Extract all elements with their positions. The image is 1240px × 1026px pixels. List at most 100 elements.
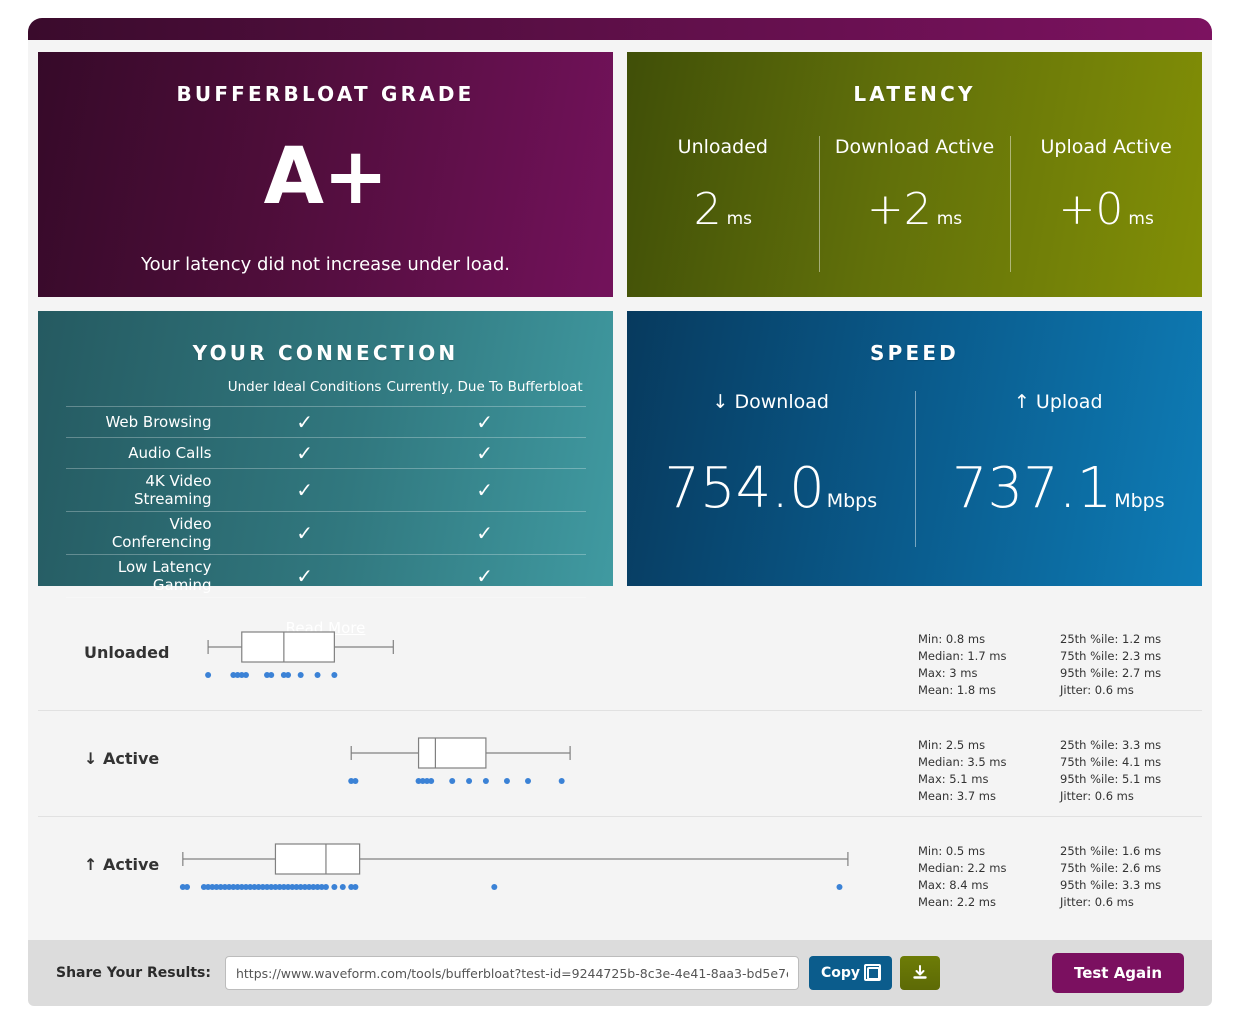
boxplot-sample-point	[836, 884, 843, 890]
stat-median: Median: 2.2 ms	[918, 861, 1007, 875]
upload-speed-unit: Mbps	[1114, 490, 1165, 512]
check-icon: ✓	[225, 554, 384, 598]
stats-upload-active: Min: 0.5 ms Median: 2.2 ms Max: 8.4 ms M…	[918, 843, 1202, 911]
boxplot-sample-point	[322, 884, 329, 890]
stats-col-left: Min: 0.8 ms Median: 1.7 ms Max: 3 ms Mea…	[918, 631, 1060, 699]
latency-cell-upload-active: Upload Active +0 ms	[1010, 136, 1202, 286]
bufferbloat-results-page: BUFFERBLOAT GRADE A+ Your latency did no…	[0, 0, 1240, 1026]
window-top-bar	[28, 18, 1212, 40]
boxplot-sample-point	[205, 672, 212, 678]
stat-p75: 75th %ile: 2.3 ms	[1060, 649, 1162, 663]
stat-p25: 25th %ile: 3.3 ms	[1060, 738, 1162, 752]
check-icon: ✓	[225, 511, 384, 555]
bufferbloat-grade-panel: BUFFERBLOAT GRADE A+ Your latency did no…	[38, 52, 613, 297]
boxplot-sample-point	[449, 778, 456, 784]
speed-cell-download: ↓ Download 754.0 Mbps	[627, 391, 915, 571]
download-arrow-icon-label: ↓ Download	[712, 391, 829, 413]
connection-row-label: Audio Calls	[65, 437, 226, 469]
boxplot-sample-point	[525, 778, 531, 784]
stat-jitter: Jitter: 0.6 ms	[1060, 789, 1134, 803]
download-speed-value: 754.0	[664, 456, 825, 521]
results-body: BUFFERBLOAT GRADE A+ Your latency did no…	[28, 40, 1212, 940]
table-row: 4K Video Streaming ✓ ✓	[65, 468, 586, 512]
check-icon: ✓	[383, 468, 586, 512]
connection-table-header-row: Under Ideal Conditions Currently, Due To…	[66, 379, 586, 400]
check-icon: ✓	[383, 554, 586, 598]
latency-panel: LATENCY Unloaded 2 ms Download Active +2	[627, 52, 1202, 297]
stats-col-right: 25th %ile: 1.2 ms 75th %ile: 2.3 ms 95th…	[1060, 631, 1202, 699]
bufferbloat-grade-letter: A+	[263, 132, 389, 222]
latency-unloaded-value-wrap: 2 ms	[694, 188, 752, 232]
connection-col-current: Currently, Due To Bufferbloat	[386, 379, 583, 395]
latency-upload-value: +0	[1058, 184, 1124, 235]
stat-p75: 75th %ile: 4.1 ms	[1060, 755, 1162, 769]
download-icon	[913, 965, 927, 979]
latency-cell-unloaded: Unloaded 2 ms	[627, 136, 819, 286]
latency-upload-unit: ms	[1128, 209, 1154, 229]
stats-col-right: 25th %ile: 1.6 ms 75th %ile: 2.6 ms 95th…	[1060, 843, 1202, 911]
boxplot-sample-point	[314, 672, 321, 678]
plot-label-upload-active: ↑ Active	[84, 855, 160, 874]
speed-title: SPEED	[870, 341, 959, 365]
stat-min: Min: 2.5 ms	[918, 738, 986, 752]
latency-cells: Unloaded 2 ms Download Active +2 ms Uplo…	[627, 136, 1202, 286]
boxplot-box	[417, 737, 487, 769]
bufferbloat-grade-title: BUFFERBLOAT GRADE	[176, 82, 475, 106]
latency-download-value-wrap: +2 ms	[867, 188, 962, 232]
test-again-button[interactable]: Test Again	[1051, 953, 1184, 993]
check-icon: ✓	[225, 468, 384, 512]
summary-panels: BUFFERBLOAT GRADE A+ Your latency did no…	[38, 52, 1202, 637]
table-row: Audio Calls ✓ ✓	[65, 437, 586, 469]
boxplot-sample-point	[285, 672, 292, 678]
stat-p95: 95th %ile: 3.3 ms	[1060, 878, 1162, 892]
download-results-button[interactable]	[900, 956, 941, 990]
stats-download-active: Min: 2.5 ms Median: 3.5 ms Max: 5.1 ms M…	[918, 737, 1202, 805]
latency-download-label: Download Active	[834, 136, 995, 158]
stat-max: Max: 8.4 ms	[918, 878, 989, 892]
share-url-input[interactable]	[224, 956, 799, 990]
speed-cell-upload: ↑ Upload 737.1 Mbps	[914, 391, 1203, 571]
plot-label-download-active: ↓ Active	[84, 749, 160, 768]
stat-p95: 95th %ile: 2.7 ms	[1060, 666, 1162, 680]
latency-distribution-section: Unloaded Min: 0.8 ms Median: 1.7 ms Max:…	[38, 605, 1202, 923]
boxplot-sample-point	[482, 778, 489, 784]
connection-col-ideal: Under Ideal Conditions	[227, 379, 382, 395]
copy-button[interactable]: Copy	[808, 956, 893, 990]
boxplot-box	[241, 631, 335, 663]
upload-speed-value: 737.1	[951, 456, 1113, 521]
connection-row-label: 4K Video Streaming	[65, 468, 226, 512]
latency-unloaded-value: 2	[693, 184, 722, 235]
plot-row-unloaded: Unloaded Min: 0.8 ms Median: 1.7 ms Max:…	[38, 605, 1202, 711]
speed-cells: ↓ Download 754.0 Mbps ↑ Upload 737.1 Mbp…	[627, 391, 1202, 571]
boxplot-sample-point	[297, 672, 304, 678]
your-connection-title: YOUR CONNECTION	[192, 341, 459, 365]
stat-median: Median: 3.5 ms	[918, 755, 1007, 769]
connection-row-label: Low Latency Gaming	[65, 554, 226, 598]
latency-upload-label: Upload Active	[1040, 136, 1172, 158]
latency-download-value: +2	[866, 184, 932, 235]
stat-p25: 25th %ile: 1.6 ms	[1060, 844, 1162, 858]
speed-panel: SPEED ↓ Download 754.0 Mbps ↑ Upload 737…	[627, 311, 1202, 586]
latency-unloaded-unit: ms	[726, 209, 753, 229]
stat-mean: Mean: 2.2 ms	[918, 895, 997, 909]
stat-mean: Mean: 3.7 ms	[918, 789, 997, 803]
boxplot-sample-point	[339, 884, 346, 890]
download-speed-unit: Mbps	[826, 490, 878, 512]
plot-row-download-active: ↓ Active Min: 2.5 ms Median: 3.5 ms Max:…	[38, 711, 1202, 817]
stats-col-right: 25th %ile: 3.3 ms 75th %ile: 4.1 ms 95th…	[1060, 737, 1202, 805]
check-icon: ✓	[225, 406, 384, 438]
latency-unloaded-label: Unloaded	[677, 136, 768, 158]
latency-cell-download-active: Download Active +2 ms	[818, 136, 1011, 286]
boxplot-sample-point	[558, 778, 565, 784]
boxplot-sample-point	[491, 884, 498, 890]
latency-download-unit: ms	[936, 209, 963, 229]
boxplot-download-active	[158, 711, 898, 817]
upload-speed-wrap: 737.1 Mbps	[915, 461, 1203, 517]
stat-median: Median: 1.7 ms	[918, 649, 1007, 663]
boxplot-sample-point	[242, 672, 249, 678]
stat-min: Min: 0.5 ms	[918, 844, 986, 858]
stat-jitter: Jitter: 0.6 ms	[1060, 683, 1134, 697]
stat-p95: 95th %ile: 5.1 ms	[1060, 772, 1162, 786]
boxplot-unloaded	[158, 605, 898, 711]
boxplot-sample-point	[352, 884, 359, 890]
